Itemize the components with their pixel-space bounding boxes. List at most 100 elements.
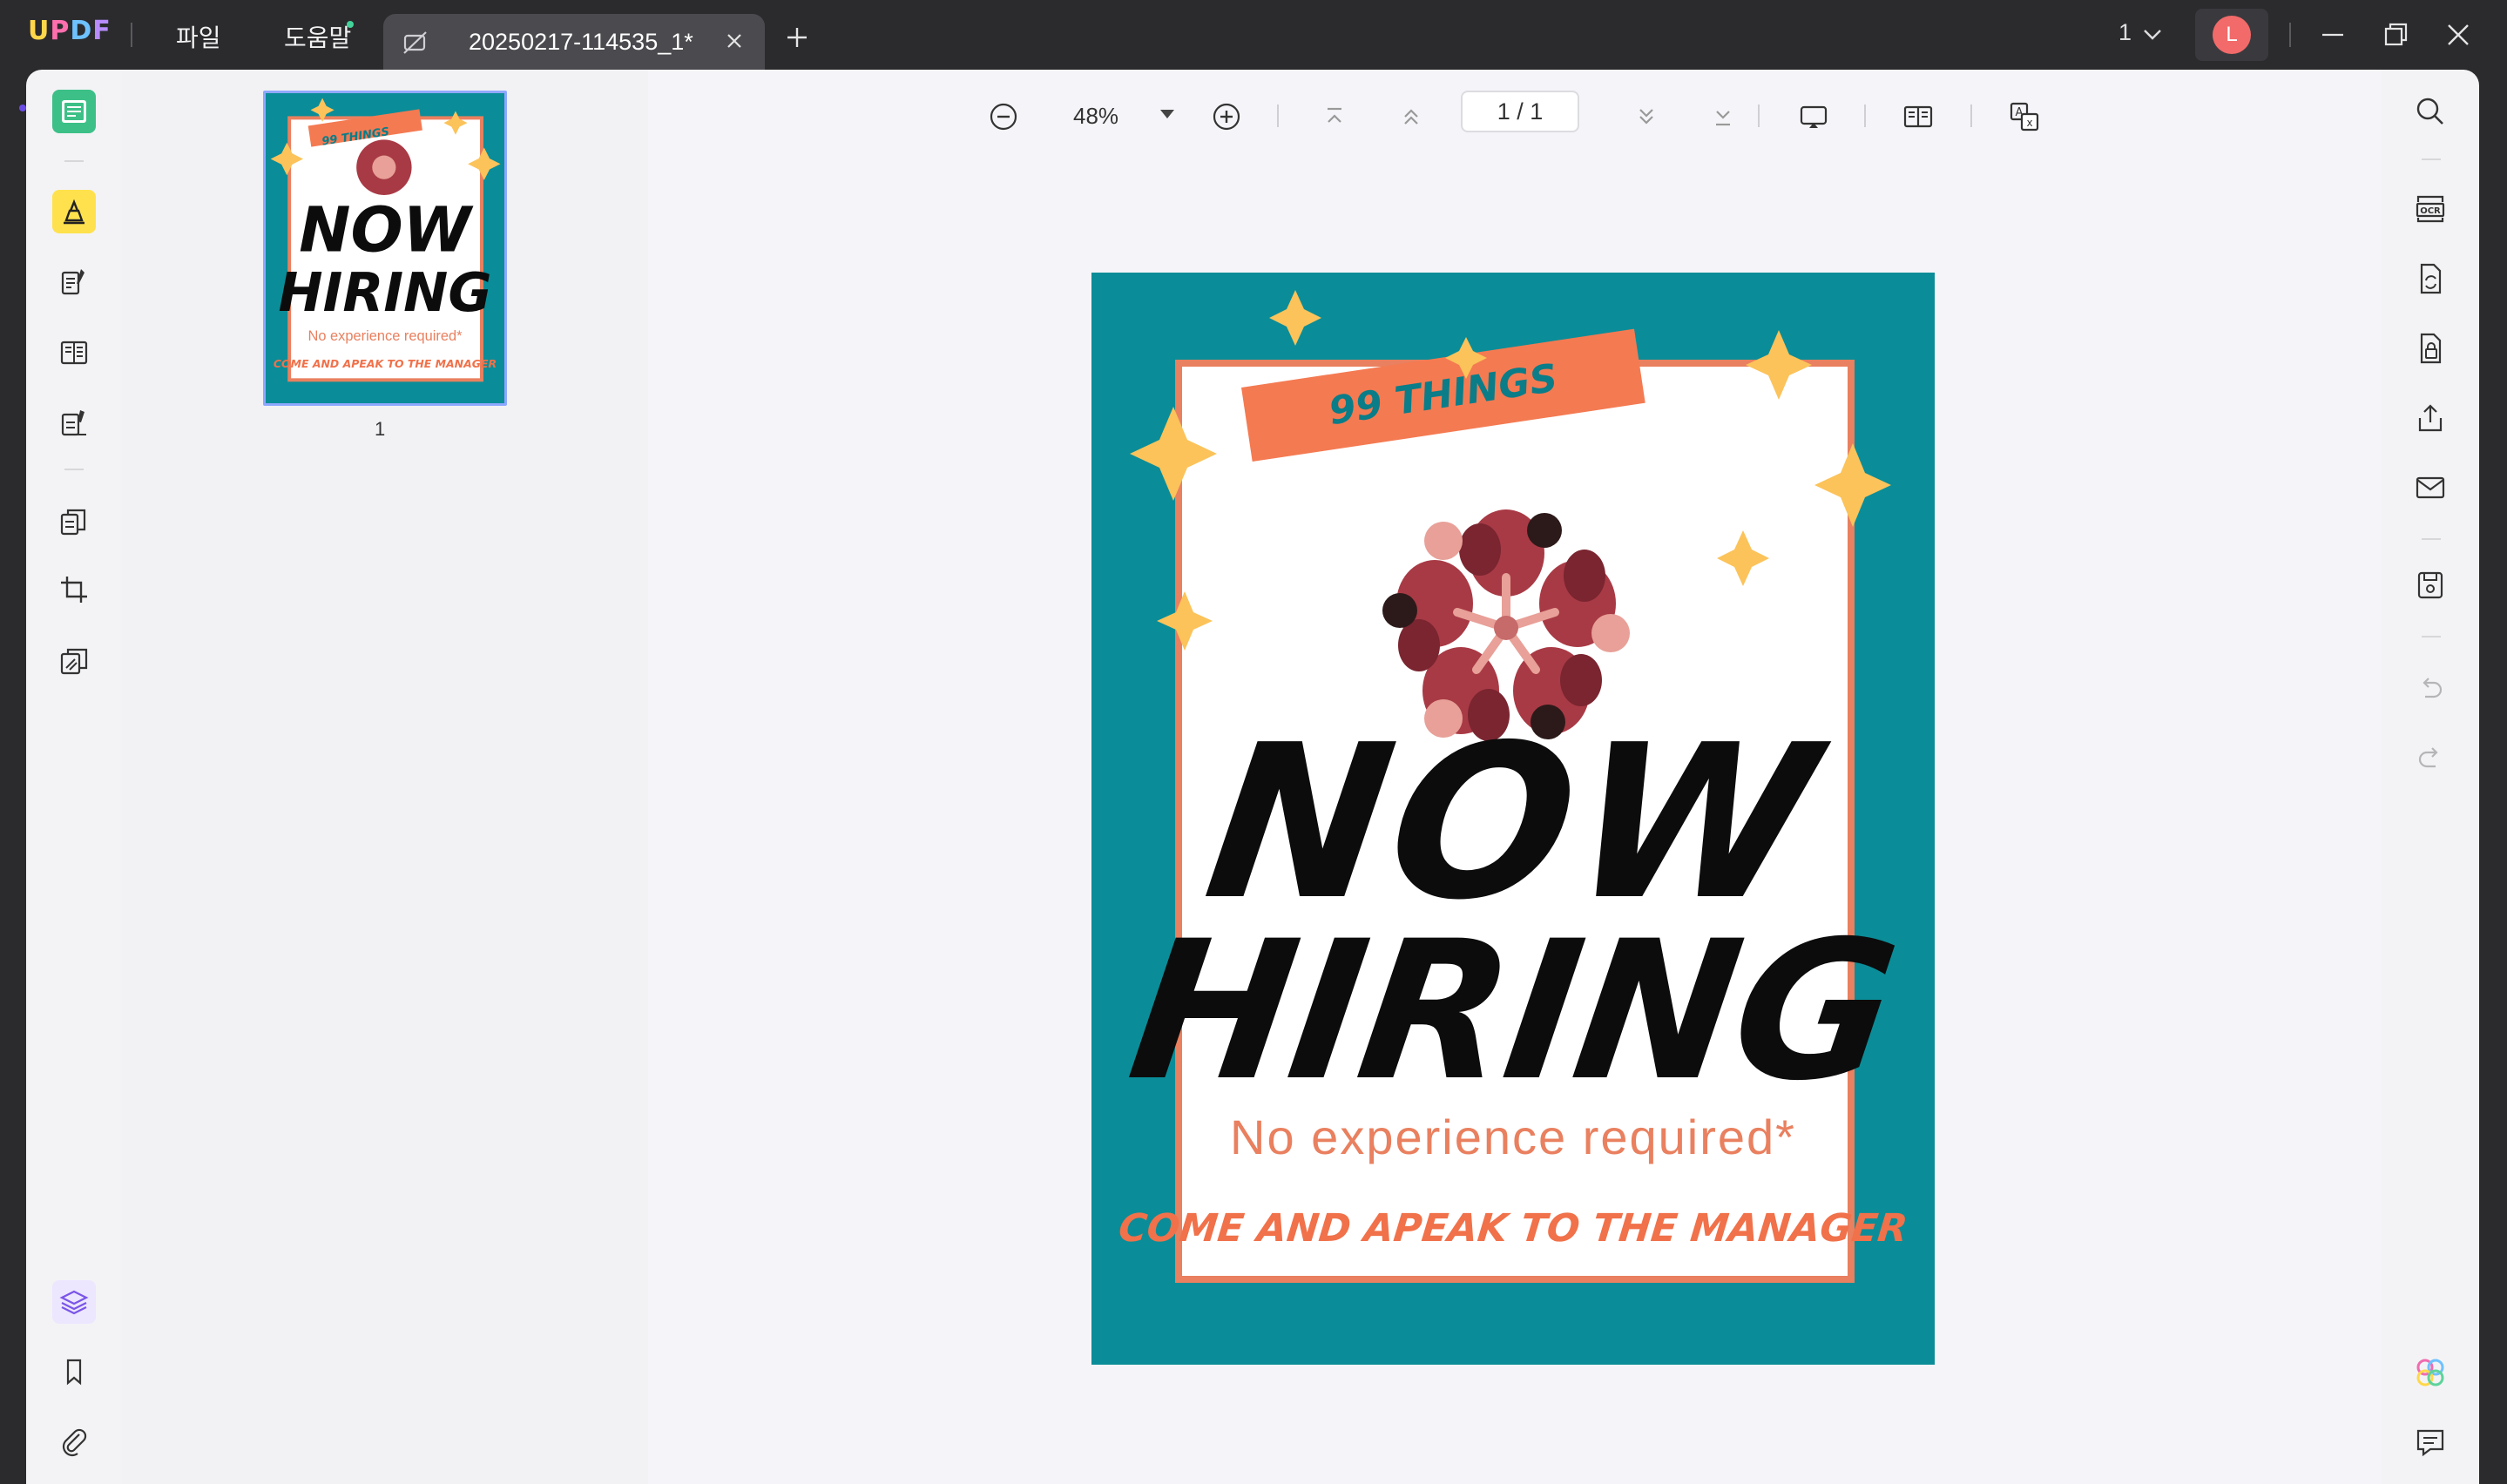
poster-headline-hiring: HIRING xyxy=(1118,900,1908,1123)
organize-pages-icon xyxy=(60,509,86,536)
divider xyxy=(2422,159,2441,160)
comment-button[interactable] xyxy=(52,190,96,233)
divider xyxy=(2422,538,2441,540)
sparkle-icon xyxy=(1157,591,1213,651)
convert-icon[interactable] xyxy=(2413,261,2448,296)
page-indicator[interactable]: 1 / 1 xyxy=(1461,91,1579,132)
presentation-icon[interactable] xyxy=(1798,101,1829,132)
window-edge xyxy=(2479,70,2507,1484)
redo-icon[interactable] xyxy=(2413,740,2448,775)
sparkle-icon xyxy=(1130,407,1217,501)
reader-button[interactable] xyxy=(52,90,96,133)
reader-icon xyxy=(62,100,86,123)
divider xyxy=(64,160,84,162)
sparkle-icon xyxy=(1814,443,1891,527)
title-bar: UPDF 파일 도움말 20250217-114535_1* 1 L xyxy=(0,0,2507,70)
menu-file[interactable]: 파일 xyxy=(176,19,221,54)
thumb-footer: COME AND APEAK TO THE MANAGER xyxy=(274,357,497,370)
page-tools-icon xyxy=(60,648,88,675)
document-tab[interactable]: 20250217-114535_1* xyxy=(383,14,765,70)
page-layout-icon[interactable] xyxy=(1902,101,1934,132)
close-window-icon[interactable] xyxy=(2444,21,2472,49)
first-page-icon[interactable] xyxy=(1319,101,1350,132)
undo-icon[interactable] xyxy=(2413,671,2448,705)
attachment-button[interactable] xyxy=(52,1420,96,1463)
sparkle-icon xyxy=(1746,330,1812,400)
previous-page-icon[interactable] xyxy=(1395,101,1427,132)
pdf-page[interactable]: 99 THINGS NOW HIRING No experience requi… xyxy=(1091,273,1935,1365)
page-tools-button[interactable] xyxy=(52,639,96,683)
sign-button[interactable] xyxy=(52,401,96,444)
sparkle-icon xyxy=(1445,337,1487,379)
active-indicator xyxy=(19,105,26,111)
menu-help[interactable]: 도움말 xyxy=(284,19,351,54)
new-tab-icon[interactable] xyxy=(784,24,810,51)
sparkle-icon xyxy=(1717,530,1769,586)
zoom-level[interactable]: 48% xyxy=(1073,103,1118,130)
zoom-in-icon[interactable] xyxy=(1211,101,1242,132)
thumb-headline-1: NOW xyxy=(299,194,473,266)
chevron-down-icon[interactable] xyxy=(2141,24,2164,45)
left-tool-rail: 주석 xyxy=(19,70,202,1484)
restore-icon[interactable] xyxy=(2382,21,2409,49)
divider xyxy=(131,23,132,47)
close-tab-icon[interactable] xyxy=(721,28,747,54)
unsaved-icon xyxy=(403,31,427,54)
minimize-icon[interactable] xyxy=(2319,21,2347,49)
ai-assistant-icon[interactable] xyxy=(2413,1355,2448,1390)
protect-icon[interactable] xyxy=(2413,331,2448,366)
document-viewer: 48% 1 / 1 Ax 99 THINGS NOW HIRING No exp… xyxy=(648,70,2382,1484)
divider xyxy=(1864,105,1866,127)
next-page-icon[interactable] xyxy=(1631,101,1662,132)
thumbnail-preview: 99 THINGS NOW HIRING No experience requi… xyxy=(266,93,504,403)
svg-text:A: A xyxy=(2016,106,2024,119)
bookmark-button[interactable] xyxy=(52,1350,96,1393)
form-button[interactable] xyxy=(52,331,96,374)
crop-button[interactable] xyxy=(52,568,96,611)
thumb-headline-2: HIRING xyxy=(278,262,491,324)
ocr-icon[interactable]: OCR xyxy=(2413,192,2448,226)
crop-icon xyxy=(61,577,87,603)
notification-dot xyxy=(347,21,354,28)
sparkle-icon xyxy=(1269,290,1321,346)
page-thumbnail[interactable]: 99 THINGS NOW HIRING No experience requi… xyxy=(263,91,507,406)
poster-subline: No experience required* xyxy=(1230,1110,1796,1164)
zoom-out-icon[interactable] xyxy=(988,101,1019,132)
poster-footer: COME AND APEAK TO THE MANAGER xyxy=(1116,1206,1910,1251)
window-selector[interactable]: 1 xyxy=(2118,19,2132,46)
account-area[interactable]: L xyxy=(2195,9,2268,61)
divider xyxy=(2422,636,2441,637)
search-icon[interactable] xyxy=(2413,94,2448,129)
app-logo: UPDF xyxy=(28,16,111,46)
edit-text-icon xyxy=(61,269,84,295)
thumbnail-panel: 99 THINGS NOW HIRING No experience requi… xyxy=(122,70,648,1484)
divider xyxy=(2289,23,2291,47)
divider xyxy=(1277,105,1279,127)
divider xyxy=(1970,105,1972,127)
thumbnail-page-number: 1 xyxy=(375,418,386,440)
divider xyxy=(1758,105,1760,127)
divider xyxy=(64,469,84,470)
edit-text-button[interactable] xyxy=(52,260,96,303)
layers-button[interactable] xyxy=(52,1280,96,1324)
last-page-icon[interactable] xyxy=(1707,101,1739,132)
svg-text:OCR: OCR xyxy=(2420,206,2441,216)
share-icon[interactable] xyxy=(2413,401,2448,435)
svg-text:x: x xyxy=(2026,117,2032,129)
sign-icon xyxy=(61,410,86,436)
highlighter-icon xyxy=(64,199,84,225)
zoom-dropdown-icon[interactable] xyxy=(1160,110,1174,118)
save-icon[interactable] xyxy=(2413,568,2448,603)
right-tool-rail: OCR xyxy=(2382,70,2479,1484)
tab-title: 20250217-114535_1* xyxy=(469,29,693,55)
app-window: UPDF 파일 도움말 20250217-114535_1* 1 L 99 TH… xyxy=(0,0,2507,1484)
email-icon[interactable] xyxy=(2413,470,2448,505)
form-icon xyxy=(60,341,88,365)
layers-icon xyxy=(59,1290,89,1315)
avatar[interactable]: L xyxy=(2213,16,2251,54)
translate-icon[interactable]: Ax xyxy=(2009,101,2040,132)
attachment-icon xyxy=(62,1428,87,1457)
view-toolbar: 48% 1 / 1 Ax xyxy=(648,70,2382,160)
organize-pages-button[interactable] xyxy=(52,500,96,543)
comments-panel-icon[interactable] xyxy=(2413,1425,2448,1460)
